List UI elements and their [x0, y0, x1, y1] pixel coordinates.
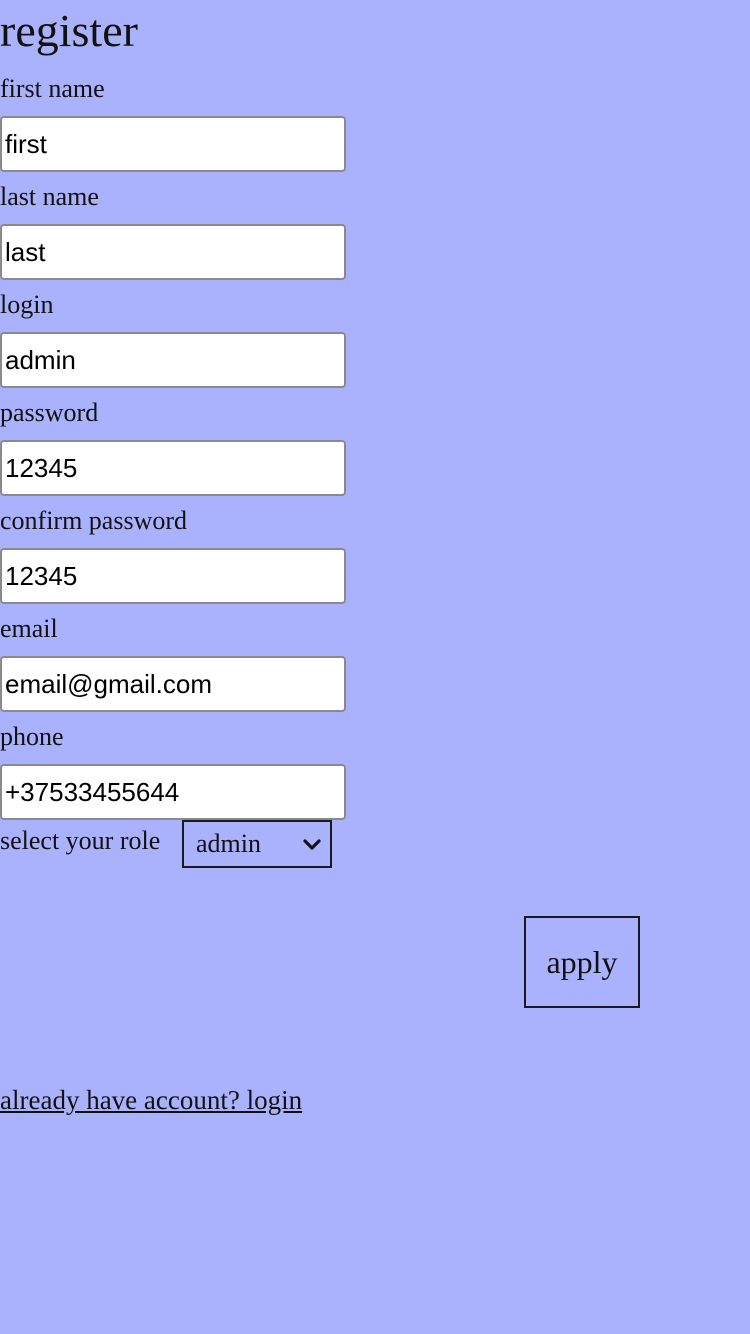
- role-label: select your role: [0, 826, 161, 855]
- page-title: register: [0, 5, 138, 56]
- last-name-label: last name: [0, 182, 99, 211]
- phone-label: phone: [0, 722, 64, 751]
- email-field[interactable]: [0, 656, 346, 712]
- login-label: login: [0, 290, 54, 319]
- first-name-field[interactable]: [0, 116, 346, 172]
- password-field[interactable]: [0, 440, 346, 496]
- chevron-down-icon: [303, 839, 321, 850]
- phone-field[interactable]: [0, 764, 346, 820]
- first-name-label: first name: [0, 74, 105, 103]
- apply-button[interactable]: apply: [524, 916, 640, 1008]
- email-label: email: [0, 614, 58, 643]
- confirm-password-label: confirm password: [0, 506, 188, 535]
- password-label: password: [0, 398, 99, 427]
- register-page: register first name last name login pass…: [0, 0, 750, 1334]
- last-name-field[interactable]: [0, 224, 346, 280]
- login-field[interactable]: [0, 332, 346, 388]
- role-select-value: admin: [196, 829, 261, 858]
- login-link[interactable]: already have account? login: [0, 1084, 302, 1116]
- role-select[interactable]: admin: [182, 820, 332, 868]
- confirm-password-field[interactable]: [0, 548, 346, 604]
